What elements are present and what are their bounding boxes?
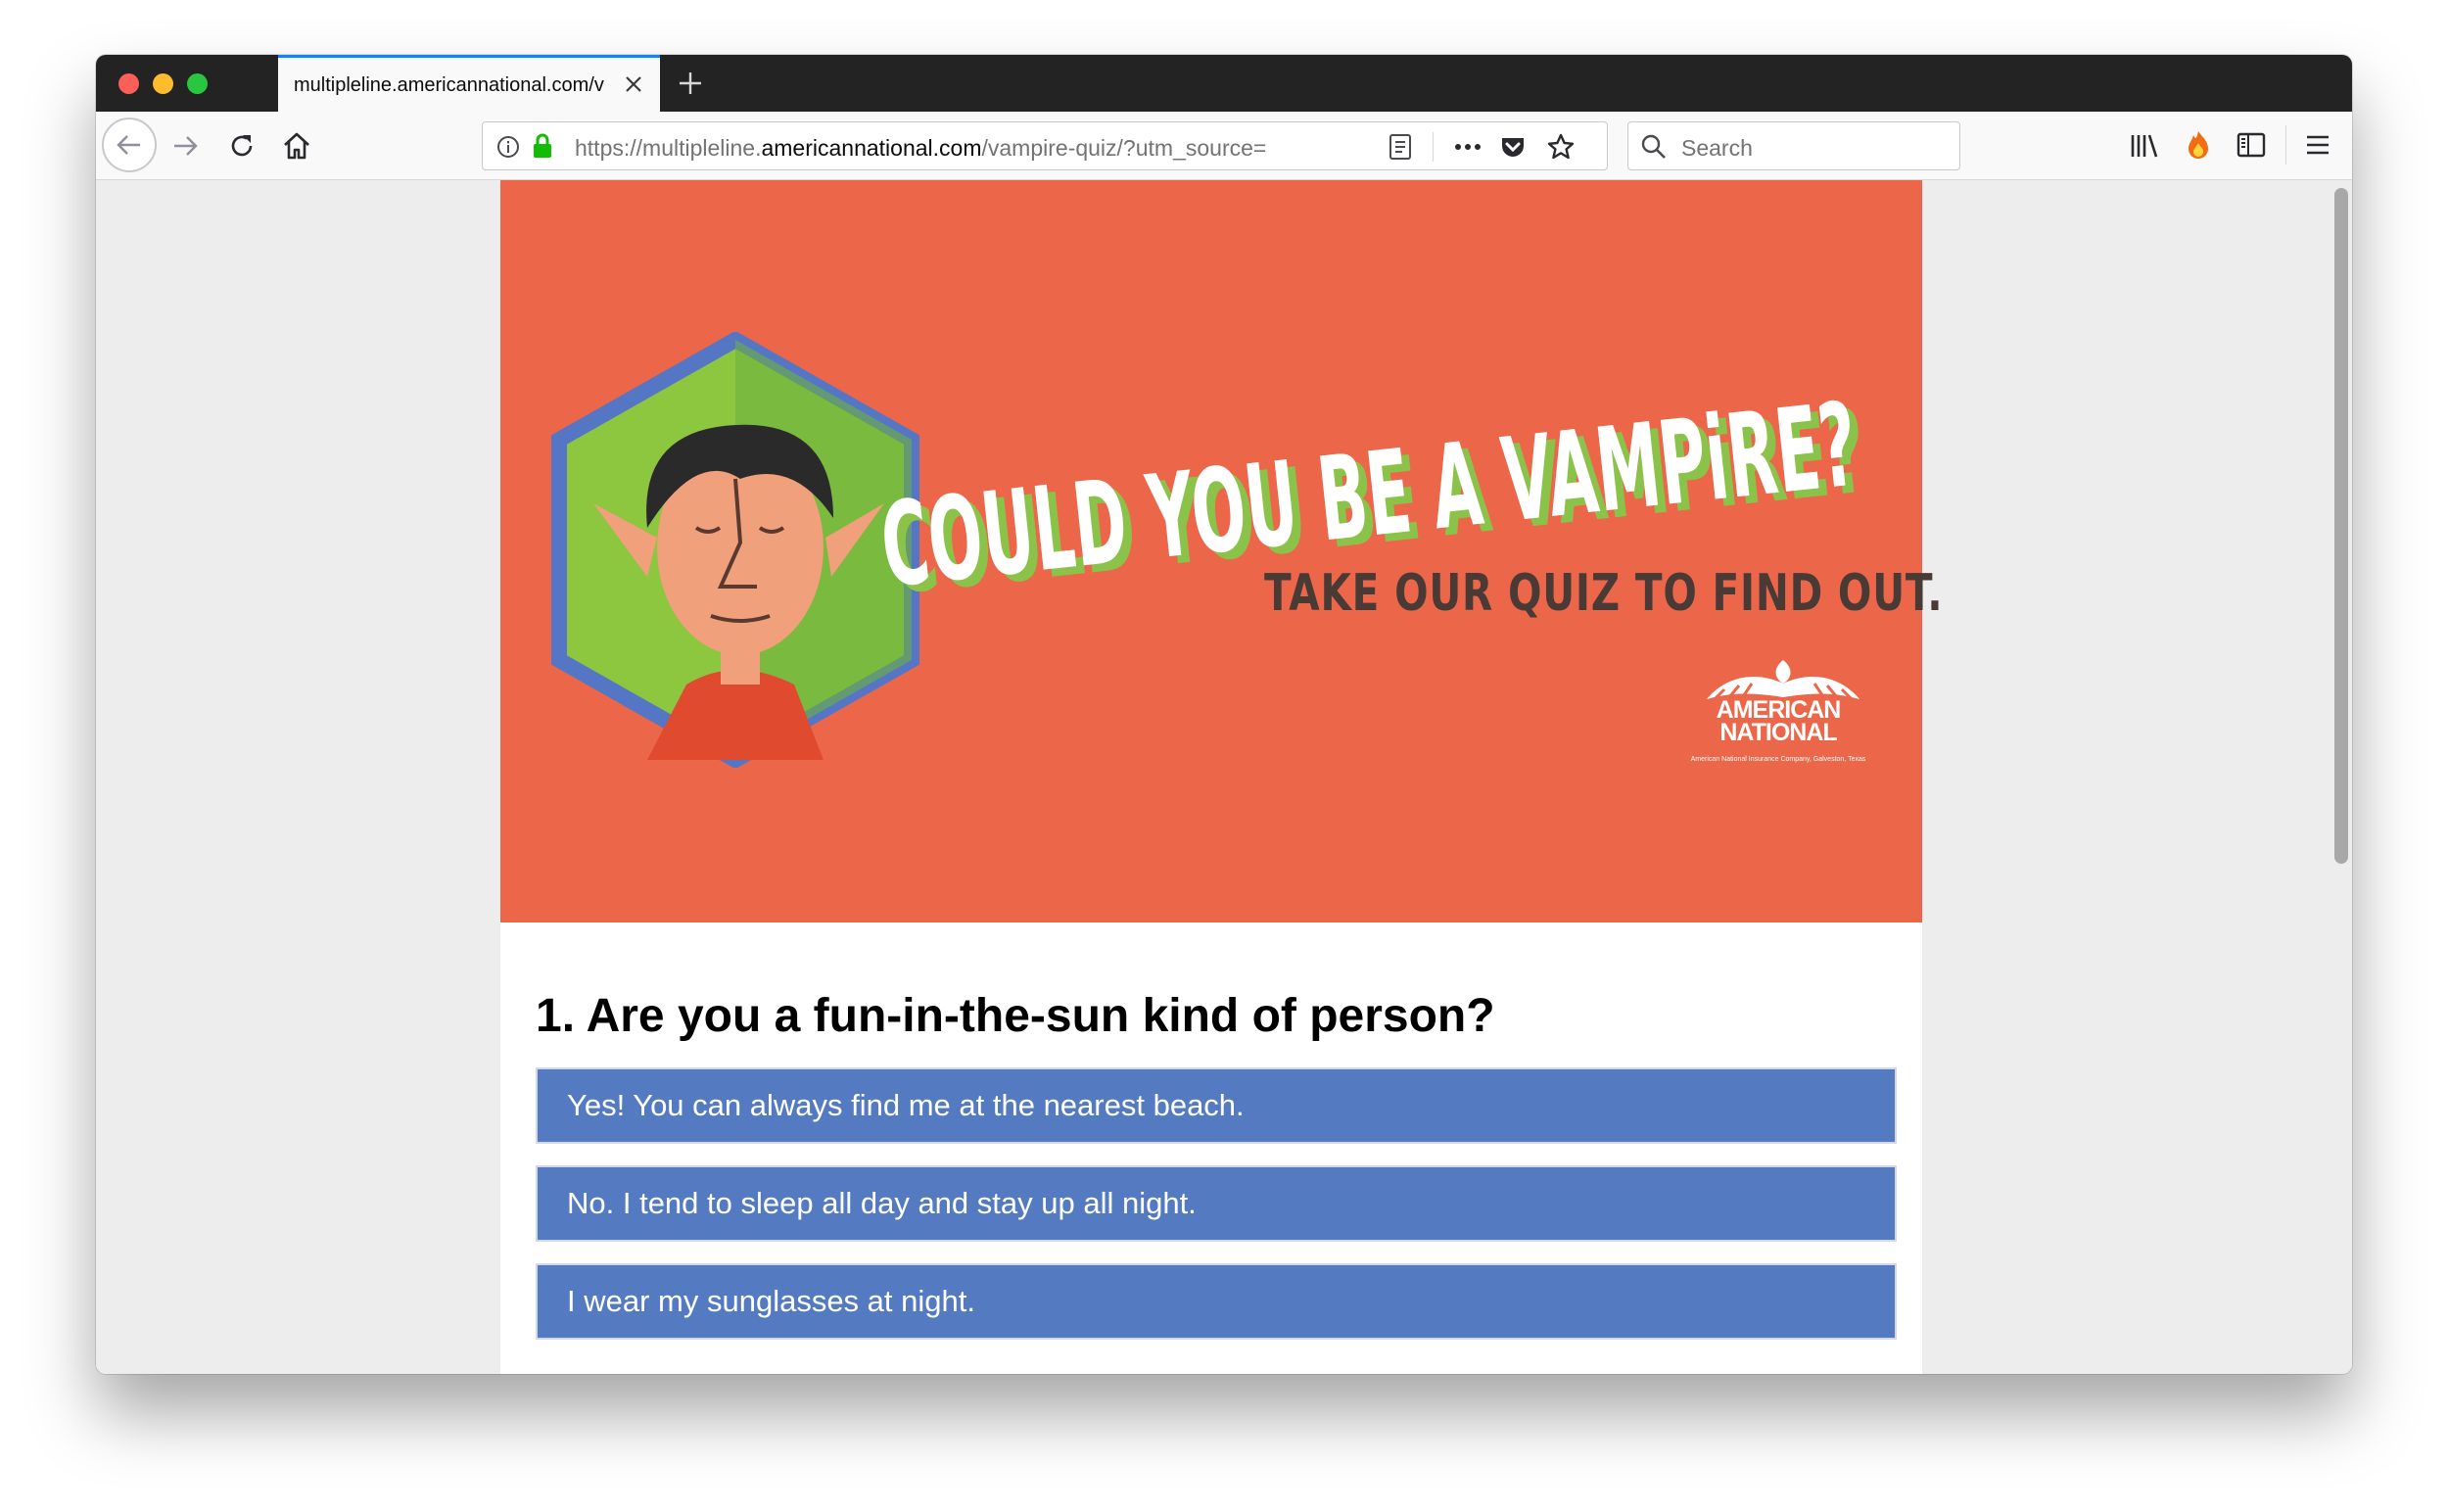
tab-title: multipleline.americannational.com/v xyxy=(294,74,604,96)
search-placeholder: Search xyxy=(1681,135,1753,161)
home-icon xyxy=(284,132,309,160)
scrollbar-thumb[interactable] xyxy=(2334,188,2348,864)
sidebar-toggle-icon[interactable] xyxy=(2236,131,2266,159)
logo-line2: NATIONAL xyxy=(1719,719,1837,746)
search-icon xyxy=(1641,134,1666,159)
logo-fineprint: American National Insurance Company, Gal… xyxy=(1690,756,1866,763)
answer-option-1[interactable]: Yes! You can always find me at the neare… xyxy=(536,1067,1897,1144)
brand-logo-text: AMERICAN NATIONAL xyxy=(1700,698,1857,746)
home-button[interactable] xyxy=(276,125,317,166)
answer-option-2[interactable]: No. I tend to sleep all day and stay up … xyxy=(536,1165,1897,1242)
forward-button[interactable] xyxy=(165,125,206,166)
banner-title-text: COULD YOU BE A VAMPiRE? xyxy=(875,377,1863,591)
arrow-left-icon xyxy=(117,135,140,155)
tab-close-icon[interactable] xyxy=(621,71,646,97)
reload-button[interactable] xyxy=(221,125,262,166)
new-tab-icon[interactable] xyxy=(674,67,707,100)
back-button[interactable] xyxy=(102,118,157,172)
url-text[interactable]: https://multipleline.americannational.co… xyxy=(575,135,1348,162)
answer-option-3[interactable]: I wear my sunglasses at night. xyxy=(536,1263,1897,1340)
window-close-button[interactable] xyxy=(118,73,139,94)
url-host: americannational.com xyxy=(761,135,982,161)
toolbar-separator xyxy=(2285,125,2286,165)
banner-title: COULD YOU BE A VAMPiRE? COULD YOU BE A V… xyxy=(875,377,1872,591)
tab-active[interactable]: multipleline.americannational.com/v xyxy=(278,55,660,112)
window-minimize-button[interactable] xyxy=(153,73,173,94)
lock-icon[interactable] xyxy=(532,133,553,159)
bookmark-star-icon[interactable] xyxy=(1546,132,1576,162)
info-icon[interactable] xyxy=(496,135,520,159)
url-separator xyxy=(1433,132,1434,162)
quiz-question: 1. Are you a fun-in-the-sun kind of pers… xyxy=(536,990,1495,1042)
navigation-toolbar: https://multipleline.americannational.co… xyxy=(96,112,2352,180)
reload-icon xyxy=(231,135,253,157)
banner-subtitle: TAKE OUR QUIZ TO FIND OUT. xyxy=(1264,564,1944,623)
arrow-right-icon xyxy=(174,136,198,156)
url-path: /vampire-quiz/?utm_source= xyxy=(981,135,1267,161)
quiz-page: COULD YOU BE A VAMPiRE? COULD YOU BE A V… xyxy=(500,180,1944,1374)
library-icon[interactable] xyxy=(2129,131,2160,161)
browser-window: multipleline.americannational.com/v http… xyxy=(96,55,2352,1374)
pocket-icon[interactable] xyxy=(1499,133,1527,161)
hamburger-menu-icon[interactable] xyxy=(2303,131,2332,159)
scrollbar[interactable] xyxy=(2330,180,2352,1374)
title-bar: multipleline.americannational.com/v xyxy=(96,55,2352,112)
window-maximize-button[interactable] xyxy=(187,73,208,94)
reader-view-icon[interactable] xyxy=(1388,133,1413,161)
firefox-extension-icon[interactable] xyxy=(2184,129,2213,161)
url-scheme: https://multipleline. xyxy=(575,135,762,161)
web-content: COULD YOU BE A VAMPiRE? COULD YOU BE A V… xyxy=(96,180,2352,1374)
search-bar[interactable]: Search xyxy=(1627,121,1960,170)
address-bar[interactable]: https://multipleline.americannational.co… xyxy=(482,121,1608,170)
more-actions-icon[interactable] xyxy=(1450,134,1485,160)
quiz-banner: COULD YOU BE A VAMPiRE? COULD YOU BE A V… xyxy=(500,180,1944,922)
